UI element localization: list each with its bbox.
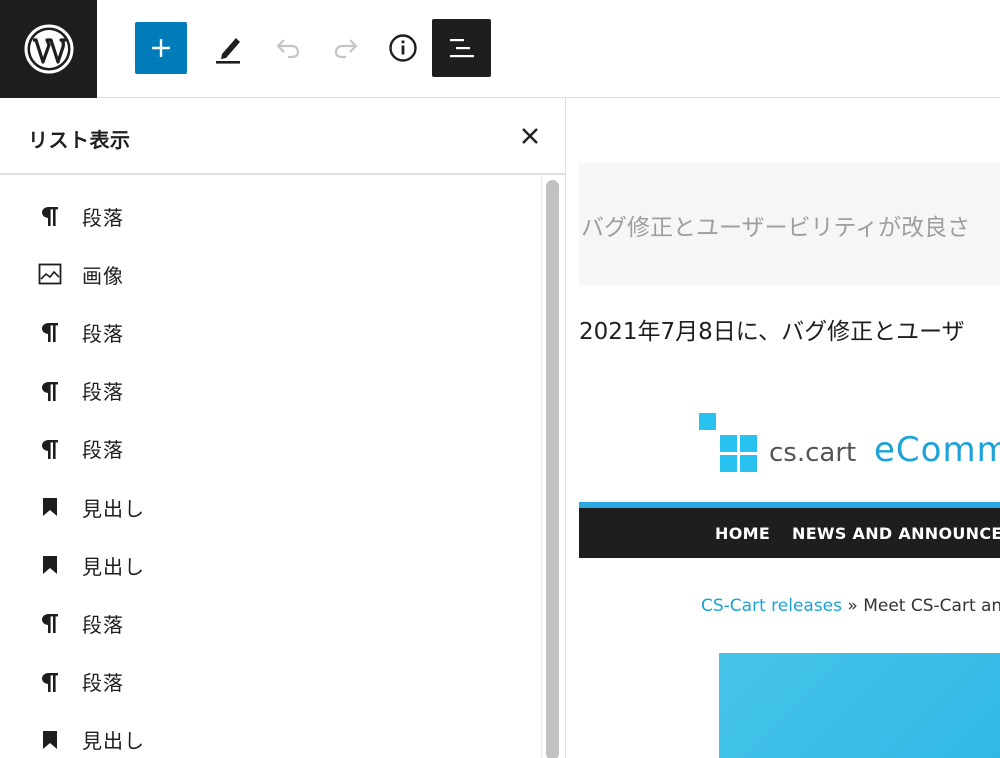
cs-cart-logo-mark-icon: [699, 413, 757, 472]
hero-banner-image: [719, 653, 1000, 758]
paragraph-block[interactable]: 2021年7月8日に、バグ修正とユーザ: [579, 312, 965, 346]
breadcrumb-current: Meet CS-Cart an: [863, 596, 1000, 616]
bookmark-icon: [37, 552, 63, 578]
tree-item-label: 画像: [82, 263, 124, 288]
tree-item-label: 段落: [82, 321, 124, 346]
tree-item-label: 見出し: [82, 729, 145, 754]
editor-canvas: バグ修正とユーザービリティが改良さ 2021年7月8日に、バグ修正とユーザ cs…: [566, 98, 1000, 758]
tree-item-paragraph[interactable]: 段落: [0, 420, 540, 478]
tree-item-paragraph[interactable]: 段落: [0, 303, 540, 361]
bookmark-icon: [37, 727, 63, 753]
image-icon: [37, 261, 63, 287]
wordpress-logo-icon: [24, 24, 73, 74]
paragraph-icon: [37, 669, 63, 695]
wordpress-logo-button[interactable]: [0, 0, 97, 98]
add-block-button[interactable]: [135, 22, 187, 74]
list-view-toggle-button[interactable]: [432, 19, 491, 77]
breadcrumb-separator: »: [842, 596, 864, 616]
block-tree: 段落 画像 段落 段落 段落 見出し 見出し 段落 段落 見出し: [0, 187, 540, 758]
tree-item-paragraph[interactable]: 段落: [0, 653, 540, 711]
list-view-header: リスト表示: [0, 98, 565, 175]
tree-item-label: 見出し: [82, 554, 145, 579]
tree-item-heading[interactable]: 見出し: [0, 478, 540, 536]
tree-item-paragraph[interactable]: 段落: [0, 594, 540, 652]
tree-item-label: 段落: [82, 612, 124, 637]
editor-top-toolbar: [0, 0, 1000, 98]
paragraph-icon: [37, 378, 63, 404]
breadcrumb-link: CS-Cart releases: [701, 596, 842, 616]
close-list-view-button[interactable]: [512, 118, 548, 154]
tree-item-label: 段落: [82, 671, 124, 696]
tools-edit-button[interactable]: [203, 22, 255, 74]
tree-item-label: 見出し: [82, 496, 145, 521]
breadcrumb: CS-Cart releases » Meet CS-Cart an: [701, 596, 1000, 616]
details-info-button[interactable]: [377, 22, 429, 74]
info-icon: [389, 34, 417, 62]
list-view-panel: リスト表示 段落 画像 段落 段落 段落 見出し 見出し 段落 段落 見出し: [0, 98, 566, 758]
bookmark-icon: [37, 494, 63, 520]
excerpt-text[interactable]: バグ修正とユーザービリティが改良さ: [581, 208, 970, 242]
undo-button[interactable]: [262, 22, 314, 74]
image-block[interactable]: cs.cart eComm HOME NEWS AND ANNOUNCEME C…: [579, 398, 1000, 758]
tree-item-heading[interactable]: 見出し: [0, 536, 540, 594]
redo-icon: [334, 39, 358, 59]
list-view-title: リスト表示: [28, 128, 131, 152]
tree-item-heading[interactable]: 見出し: [0, 711, 540, 758]
paragraph-icon: [37, 319, 63, 345]
logo-name: cs.cart: [769, 438, 857, 468]
close-icon: [522, 128, 538, 144]
paragraph-icon: [37, 436, 63, 462]
paragraph-icon: [37, 610, 63, 636]
redo-button[interactable]: [320, 22, 372, 74]
tree-item-image[interactable]: 画像: [0, 245, 540, 303]
site-nav-bar: HOME NEWS AND ANNOUNCEME: [579, 508, 1000, 558]
nav-home-link: HOME: [715, 524, 771, 543]
list-view-icon: [449, 39, 474, 58]
undo-icon: [276, 39, 300, 59]
tree-item-label: 段落: [82, 205, 124, 230]
logo-tagline: eComm: [874, 430, 1000, 470]
plus-icon: [152, 39, 170, 57]
tree-item-paragraph[interactable]: 段落: [0, 187, 540, 245]
pencil-icon: [216, 38, 240, 64]
nav-news-link: NEWS AND ANNOUNCEME: [792, 524, 1000, 543]
tree-item-paragraph[interactable]: 段落: [0, 362, 540, 420]
paragraph-icon: [37, 203, 63, 229]
tree-item-label: 段落: [82, 380, 124, 405]
tree-item-label: 段落: [82, 438, 124, 463]
list-view-scrollbar-thumb[interactable]: [546, 180, 559, 758]
excerpt-block[interactable]: バグ修正とユーザービリティが改良さ: [579, 163, 1000, 286]
